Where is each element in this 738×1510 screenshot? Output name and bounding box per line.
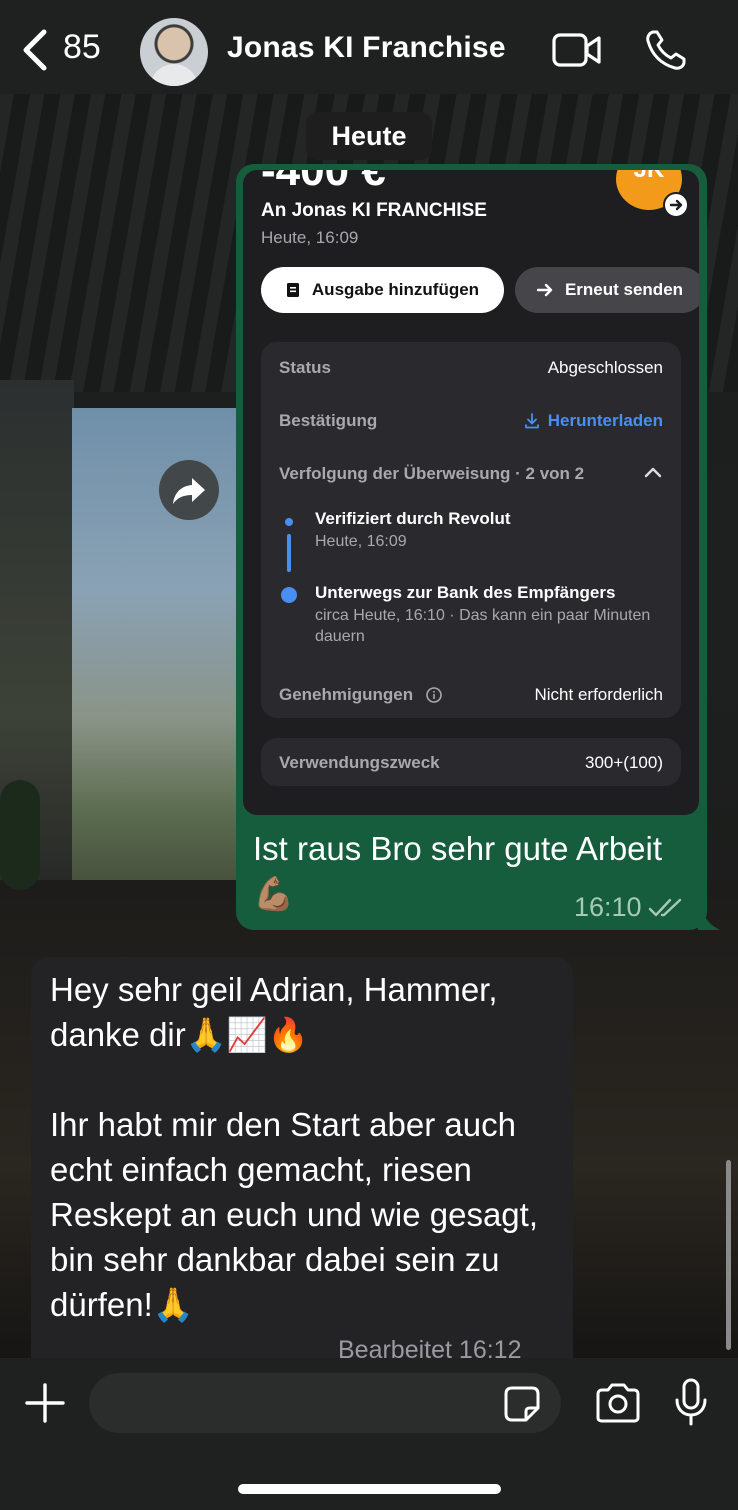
step-line — [287, 534, 291, 572]
sticker-icon[interactable] — [502, 1384, 542, 1424]
date-separator: Heute — [306, 112, 432, 160]
message-input[interactable] — [89, 1373, 561, 1433]
phone-icon[interactable] — [644, 28, 688, 72]
status-label: Status — [279, 358, 331, 377]
incoming-message-text: Hey sehr geil Adrian, Hammer, danke dir🙏… — [50, 971, 538, 1323]
wallpaper-plant — [0, 780, 40, 890]
step-dot-current — [281, 587, 297, 603]
step-title: Verifiziert durch Revolut — [315, 509, 511, 528]
scrollbar[interactable] — [726, 1160, 731, 1350]
avatar-shirt — [150, 64, 198, 86]
approvals-label-text: Genehmigungen — [279, 685, 414, 704]
purpose-card: Verwendungszweck 300+(100) — [261, 738, 681, 786]
arrow-badge-icon — [663, 192, 689, 218]
mic-icon[interactable] — [674, 1378, 708, 1426]
unread-count[interactable]: 85 — [63, 28, 101, 67]
revolut-receipt-screenshot[interactable]: -400 € JK An Jonas KI FRANCHISE Heute, 1… — [243, 170, 699, 815]
outgoing-message-time: 16:10 — [574, 892, 642, 922]
download-link[interactable]: Herunterladen — [524, 411, 663, 431]
camera-icon[interactable] — [594, 1382, 642, 1424]
back-chevron-icon[interactable] — [18, 28, 58, 72]
status-value: Abgeschlossen — [547, 358, 663, 377]
home-indicator — [238, 1484, 501, 1494]
add-expense-label: Ausgabe hinzufügen — [311, 280, 480, 299]
tracking-label: Verfolgung der Überweisung · 2 von 2 — [279, 464, 585, 483]
download-icon — [524, 413, 539, 429]
approvals-label: Genehmigungen — [279, 685, 442, 705]
info-icon[interactable] — [426, 687, 442, 703]
transfer-amount: -400 € — [261, 170, 386, 195]
confirmation-label: Bestätigung — [279, 411, 378, 430]
forward-button[interactable] — [159, 460, 219, 520]
step-dot — [285, 518, 293, 526]
details-card: Status Abgeschlossen Bestätigung Herunte… — [261, 342, 681, 718]
chat-title[interactable]: Jonas KI Franchise — [227, 31, 506, 65]
add-expense-button[interactable]: Ausgabe hinzufügen — [261, 267, 504, 313]
resend-button[interactable]: Erneut senden — [515, 267, 699, 313]
step-sub: Heute, 16:09 — [315, 533, 407, 550]
download-label: Herunterladen — [547, 411, 663, 430]
transfer-time: Heute, 16:09 — [261, 228, 359, 247]
step-sub: circa Heute, 16:10 · Das kann ein paar M… — [315, 607, 651, 645]
video-call-icon[interactable] — [551, 30, 603, 70]
resend-label: Erneut senden — [564, 280, 684, 299]
recipient-line: An Jonas KI FRANCHISE — [261, 200, 487, 221]
arrow-right-icon — [536, 283, 553, 297]
forward-icon — [173, 478, 205, 504]
receipt-icon — [286, 283, 299, 297]
purpose-value: 300+(100) — [585, 753, 663, 772]
plus-icon[interactable] — [24, 1382, 66, 1424]
double-check-icon — [648, 898, 681, 916]
step-title: Unterwegs zur Bank des Empfängers — [315, 583, 616, 602]
bubble-tail — [698, 898, 720, 930]
outgoing-message-meta: 16:10 — [574, 892, 684, 923]
purpose-label: Verwendungszweck — [279, 753, 440, 772]
contact-avatar[interactable] — [140, 18, 208, 86]
chevron-up-icon[interactable] — [643, 464, 663, 480]
approvals-value: Nicht erforderlich — [534, 685, 664, 704]
